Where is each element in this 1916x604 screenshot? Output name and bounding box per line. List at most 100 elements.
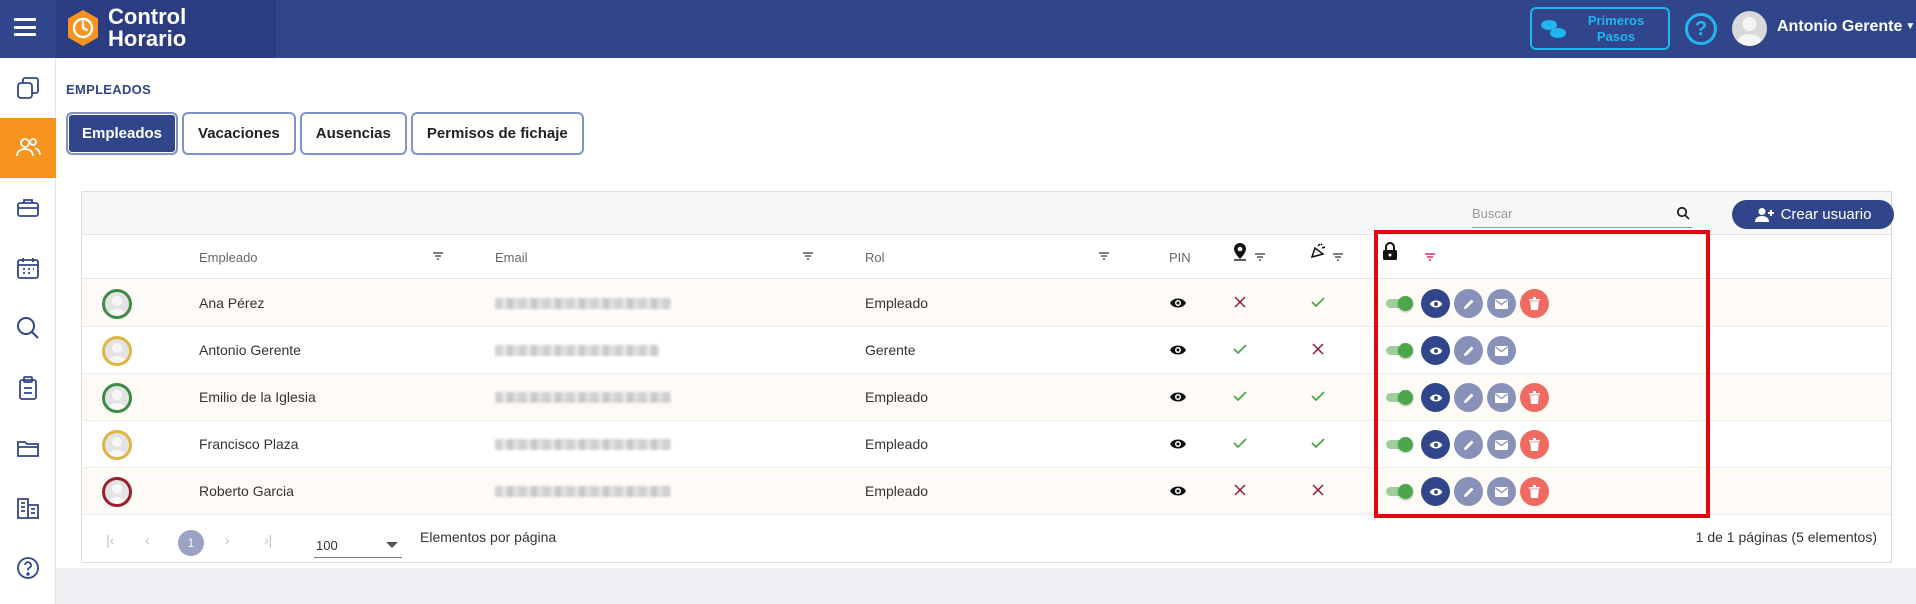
trash-icon [1529,438,1540,451]
column-header-email[interactable]: Email [495,250,528,265]
sidebar-item-search[interactable] [0,298,56,358]
employee-role: Empleado [865,436,929,452]
column-header-empleado[interactable]: Empleado [199,250,258,265]
edit-button[interactable] [1454,383,1483,412]
previous-page-icon[interactable]: ‹ [145,532,150,548]
table-row[interactable]: Roberto Garcia Empleado [82,468,1891,515]
trash-icon [1529,391,1540,404]
active-toggle[interactable] [1386,390,1413,405]
eye-icon[interactable] [1169,435,1187,453]
table-row[interactable]: Emilio de la Iglesia Empleado [82,374,1891,421]
location-pin-icon[interactable] [1233,243,1247,261]
active-toggle[interactable] [1386,343,1413,358]
delete-button[interactable] [1520,383,1549,412]
sidebar-item-documents[interactable] [0,418,56,478]
tab-ausencias[interactable]: Ausencias [299,112,407,155]
top-bar: Control Horario Primeros Pasos ? Antonio… [0,0,1916,58]
employee-name: Roberto Garcia [199,483,294,499]
filter-icon[interactable] [1254,251,1266,263]
menu-icon[interactable] [14,18,36,36]
employee-name: Ana Pérez [199,295,265,311]
help-icon[interactable]: ? [1685,13,1717,45]
active-toggle[interactable] [1386,296,1413,311]
trash-icon [1529,485,1540,498]
edit-button[interactable] [1454,430,1483,459]
email-button[interactable] [1487,289,1516,318]
first-page-icon[interactable]: |‹ [106,532,114,548]
table-row[interactable]: Antonio Gerente Gerente [82,327,1891,374]
view-button[interactable] [1421,383,1450,412]
edit-button[interactable] [1454,336,1483,365]
sidebar-item-projects[interactable] [0,178,56,238]
active-toggle[interactable] [1386,437,1413,452]
column-header-pin[interactable]: PIN [1169,250,1191,265]
check-icon [1311,391,1325,402]
eye-icon[interactable] [1169,388,1187,406]
sidebar-item-employees[interactable] [0,118,56,178]
delete-button[interactable] [1520,430,1549,459]
view-button[interactable] [1421,289,1450,318]
avatar [102,336,132,366]
edit-button[interactable] [1454,477,1483,506]
view-button[interactable] [1421,430,1450,459]
email-button[interactable] [1487,477,1516,506]
email-button[interactable] [1487,383,1516,412]
table-header: Empleado Email Rol PIN [82,236,1891,279]
employees-table-card: Crear usuario Empleado Email Rol PIN Ana… [81,191,1894,563]
table-row[interactable]: Ana Pérez Empleado [82,280,1891,327]
remote-punch-icon[interactable] [1309,243,1327,261]
create-user-button[interactable]: Crear usuario [1732,200,1894,229]
eye-icon[interactable] [1169,341,1187,359]
view-button[interactable] [1421,477,1450,506]
email-button[interactable] [1487,430,1516,459]
sidebar [0,58,56,604]
sidebar-item-help[interactable] [0,538,56,598]
sidebar-item-reports[interactable] [0,358,56,418]
page-title: EMPLEADOS [66,82,152,97]
next-page-icon[interactable]: › [225,532,230,548]
lock-icon[interactable] [1382,242,1398,261]
page-number[interactable]: 1 [178,530,204,556]
tab-empleados[interactable]: Empleados [66,112,179,155]
delete-button[interactable] [1520,477,1549,506]
sidebar-item-calendar[interactable] [0,238,56,298]
tab-vacaciones[interactable]: Vacaciones [182,112,296,155]
eye-icon[interactable] [1169,294,1187,312]
filter-icon[interactable] [802,250,814,262]
user-avatar[interactable] [1732,11,1767,46]
email-button[interactable] [1487,336,1516,365]
email-redacted [495,486,671,497]
check-icon [1233,344,1247,355]
tab-permisos-fichaje[interactable]: Permisos de fichaje [410,112,584,155]
page-range-label: 1 de 1 páginas (5 elementos) [1695,529,1877,545]
sidebar-item-dashboard[interactable] [0,58,56,118]
mail-icon [1495,298,1508,309]
copy-icon [17,77,39,99]
employee-name: Francisco Plaza [199,436,299,452]
clipboard-icon [19,376,37,400]
mail-icon [1495,439,1508,450]
employee-name: Antonio Gerente [199,342,301,358]
delete-button[interactable] [1520,289,1549,318]
table-toolbar: Crear usuario [82,192,1894,235]
page-size-select[interactable]: 100 [314,528,402,558]
edit-button[interactable] [1454,289,1483,318]
search-icon[interactable] [1676,206,1690,220]
column-header-rol[interactable]: Rol [865,250,885,265]
avatar [102,289,132,319]
employee-name: Emilio de la Iglesia [199,389,316,405]
view-button[interactable] [1421,336,1450,365]
filter-active-icon[interactable] [1424,251,1436,263]
search-box [1472,200,1692,228]
sidebar-item-company[interactable] [0,478,56,538]
filter-icon[interactable] [432,250,444,262]
active-toggle[interactable] [1386,484,1413,499]
primeros-pasos-button[interactable]: Primeros Pasos [1530,7,1670,50]
filter-icon[interactable] [1098,250,1110,262]
last-page-icon[interactable]: ›| [264,532,272,548]
filter-icon[interactable] [1332,251,1344,263]
user-menu[interactable]: Antonio Gerente ▼ [1777,18,1915,36]
table-row[interactable]: Francisco Plaza Empleado [82,421,1891,468]
search-input[interactable] [1472,200,1667,226]
eye-icon[interactable] [1169,482,1187,500]
